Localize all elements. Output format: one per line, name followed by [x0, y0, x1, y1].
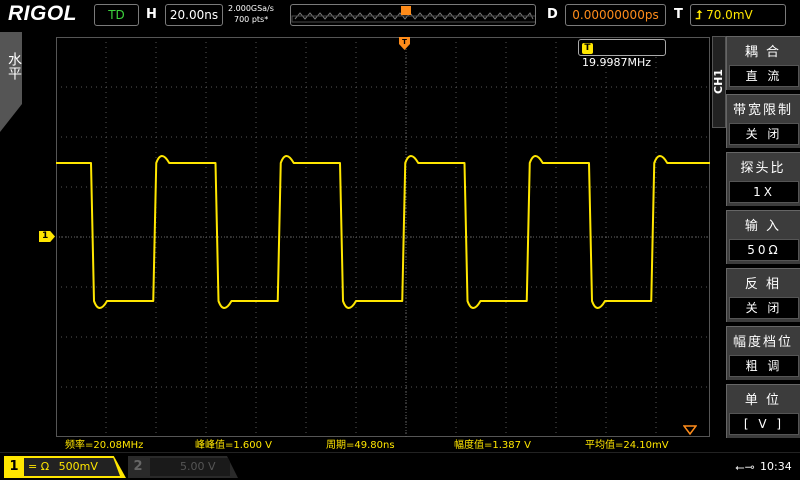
menu-item-value: 直 流	[729, 65, 799, 87]
menu-item-title: 探头比	[740, 161, 786, 176]
trigger-level-marker[interactable]	[682, 420, 698, 436]
menu-item-coupling[interactable]: 耦 合 直 流	[726, 36, 800, 90]
trigger-position-marker[interactable]: T	[398, 36, 411, 54]
memory-trigger-marker	[401, 6, 411, 15]
memory-position-bar[interactable]	[290, 4, 536, 26]
channel-menu: CH1 耦 合 直 流 带宽限制 关 闭 探头比 1X 输 入 50Ω 反 相 …	[712, 36, 800, 440]
trigger-level-box[interactable]: ⮥ 70.0mV	[690, 4, 786, 26]
trigger-status[interactable]: TD	[94, 4, 139, 26]
channel1-number: 1	[4, 456, 24, 478]
trigger-level-value: 70.0mV	[706, 8, 753, 22]
trigger-label: T	[674, 7, 683, 22]
menu-item-title: 反 相	[744, 277, 782, 292]
measurement-peak-to-peak: 峰峰值=1.600 V	[195, 440, 273, 451]
dc-coupling-icon: =	[28, 460, 38, 473]
graticule	[56, 37, 710, 437]
rising-edge-icon: ⮥	[695, 8, 703, 22]
menu-item-value: 1X	[729, 181, 799, 203]
menu-item-title: 耦 合	[744, 45, 782, 60]
measurement-row: 频率=20.08MHz 峰峰值=1.600 V 周期=49.80ns 幅度值=1…	[56, 436, 710, 451]
menu-item-probe-ratio[interactable]: 探头比 1X	[726, 152, 800, 206]
menu-item-volts-div[interactable]: 幅度档位 粗 调	[726, 326, 800, 380]
menu-item-title: 单 位	[744, 393, 782, 408]
channel-tab[interactable]: CH1	[712, 36, 726, 128]
frequency-counter: T 19.9987MHz	[578, 39, 666, 69]
timebase-value[interactable]: 20.00ns	[165, 4, 223, 26]
top-status-bar: RIGOL TD H 20.00ns 2.000GSa/s 700 pts* D…	[0, 0, 800, 30]
menu-item-value: [ V ]	[729, 413, 799, 435]
svg-text:T: T	[402, 38, 407, 46]
channel2-status[interactable]: 2 5.00 V	[128, 456, 238, 478]
menu-item-value: 粗 调	[729, 355, 799, 377]
channel2-number: 2	[133, 459, 143, 474]
clock: 10:34	[760, 460, 792, 473]
frequency-counter-value: 19.9987MHz	[582, 56, 652, 69]
channel1-settings: = Ω 500mV	[24, 458, 120, 476]
waveform-display[interactable]	[56, 37, 710, 437]
sample-rate-info: 2.000GSa/s 700 pts*	[228, 3, 274, 25]
menu-item-value: 关 闭	[729, 297, 799, 319]
measurement-frequency: 频率=20.08MHz	[65, 440, 144, 451]
menu-item-value: 关 闭	[729, 123, 799, 145]
brand-logo: RIGOL	[8, 2, 77, 25]
menu-item-invert[interactable]: 反 相 关 闭	[726, 268, 800, 322]
channel1-status[interactable]: 1 = Ω 500mV	[4, 456, 126, 478]
delay-value[interactable]: 0.00000000ps	[565, 4, 666, 26]
usb-icon: ⭠⊸	[735, 460, 755, 474]
memory-waveform-overview	[291, 6, 535, 23]
measurement-period: 周期=49.80ns	[326, 440, 395, 451]
bottom-status-bar: 1 = Ω 500mV 2 5.00 V ⭠⊸ 10:34	[0, 452, 800, 480]
delay-label: D	[547, 7, 558, 22]
channel1-scale: 500mV	[58, 460, 98, 473]
menu-item-title: 幅度档位	[732, 335, 793, 350]
menu-item-input[interactable]: 输 入 50Ω	[726, 210, 800, 264]
measurement-average: 平均值=24.10mV	[585, 440, 669, 451]
horizontal-menu-tab[interactable]: 水平	[0, 32, 22, 132]
menu-item-bandwidth-limit[interactable]: 带宽限制 关 闭	[726, 94, 800, 148]
horizontal-label: H	[146, 7, 157, 22]
frequency-counter-badge: T	[582, 43, 593, 54]
memory-depth: 700 pts*	[234, 15, 269, 24]
channel1-waveform	[56, 155, 710, 309]
sample-rate: 2.000GSa/s	[228, 4, 274, 13]
menu-item-title: 输 入	[744, 219, 782, 234]
menu-item-value: 50Ω	[729, 239, 799, 261]
channel1-offset-marker[interactable]: 1	[39, 231, 55, 242]
measurement-amplitude: 幅度值=1.387 V	[454, 440, 532, 451]
menu-item-unit[interactable]: 单 位 [ V ]	[726, 384, 800, 438]
impedance-icon: Ω	[40, 460, 50, 473]
horizontal-tab-label: 水平	[6, 52, 22, 80]
menu-item-title: 带宽限制	[732, 103, 793, 118]
channel2-scale: 5.00 V	[150, 458, 230, 476]
